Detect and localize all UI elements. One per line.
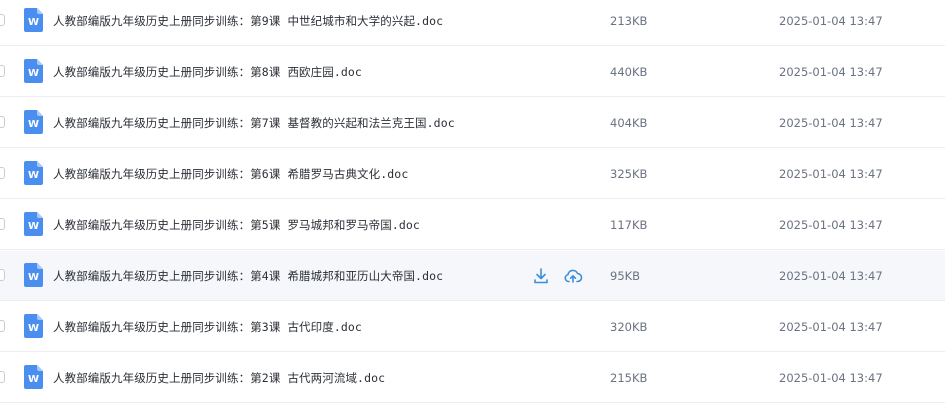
file-size: 325KB	[610, 167, 648, 181]
svg-text:W: W	[28, 323, 39, 334]
file-size: 215KB	[610, 371, 648, 385]
file-modified-date: 2025-01-04 13:47	[779, 269, 883, 283]
file-name[interactable]: 人教部编版九年级历史上册同步训练：第3课 古代印度.doc	[53, 302, 362, 352]
file-size: 95KB	[610, 269, 641, 283]
file-modified-date: 2025-01-04 13:47	[779, 167, 883, 181]
file-name[interactable]: 人教部编版九年级历史上册同步训练：第8课 西欧庄园.doc	[53, 47, 362, 97]
word-doc-icon: W	[24, 59, 43, 83]
word-doc-icon: W	[24, 314, 43, 338]
row-checkbox[interactable]	[0, 116, 5, 128]
file-name[interactable]: 人教部编版九年级历史上册同步训练：第7课 基督教的兴起和法兰克王国.doc	[53, 98, 455, 148]
file-name[interactable]: 人教部编版九年级历史上册同步训练：第4课 希腊城邦和亚历山大帝国.doc	[53, 251, 443, 301]
cloud-upload-icon[interactable]	[563, 266, 583, 286]
file-name[interactable]: 人教部编版九年级历史上册同步训练：第2课 古代两河流域.doc	[53, 353, 385, 403]
svg-text:W: W	[28, 221, 39, 232]
file-row[interactable]: W 人教部编版九年级历史上册同步训练：第8课 西欧庄园.doc 440KB 20…	[0, 47, 945, 97]
file-list: W 人教部编版九年级历史上册同步训练：第9课 中世纪城市和大学的兴起.doc 2…	[0, 0, 945, 406]
row-checkbox[interactable]	[0, 371, 5, 383]
word-doc-icon: W	[24, 110, 43, 134]
file-size: 117KB	[610, 218, 648, 232]
svg-text:W: W	[28, 374, 39, 385]
row-checkbox[interactable]	[0, 269, 5, 281]
file-size: 213KB	[610, 14, 648, 28]
file-modified-date: 2025-01-04 13:47	[779, 116, 883, 130]
word-doc-icon: W	[24, 8, 43, 32]
word-doc-icon: W	[24, 365, 43, 389]
word-doc-icon: W	[24, 161, 43, 185]
file-modified-date: 2025-01-04 13:47	[779, 371, 883, 385]
file-row[interactable]: W 人教部编版九年级历史上册同步训练：第6课 希腊罗马古典文化.doc 325K…	[0, 149, 945, 199]
word-doc-icon: W	[24, 212, 43, 236]
file-row[interactable]: W 人教部编版九年级历史上册同步训练：第2课 古代两河流域.doc 215KB …	[0, 353, 945, 403]
file-row[interactable]: W 人教部编版九年级历史上册同步训练：第5课 罗马城邦和罗马帝国.doc 117…	[0, 200, 945, 250]
file-modified-date: 2025-01-04 13:47	[779, 65, 883, 79]
download-icon[interactable]	[531, 266, 551, 286]
svg-text:W: W	[28, 17, 39, 28]
row-checkbox[interactable]	[0, 320, 5, 332]
row-checkbox[interactable]	[0, 14, 5, 26]
file-modified-date: 2025-01-04 13:47	[779, 320, 883, 334]
word-doc-icon: W	[24, 263, 43, 287]
file-row[interactable]: W 人教部编版九年级历史上册同步训练：第3课 古代印度.doc 320KB 20…	[0, 302, 945, 352]
row-checkbox[interactable]	[0, 218, 5, 230]
file-row[interactable]: W 人教部编版九年级历史上册同步训练：第7课 基督教的兴起和法兰克王国.doc …	[0, 98, 945, 148]
svg-text:W: W	[28, 170, 39, 181]
file-modified-date: 2025-01-04 13:47	[779, 14, 883, 28]
file-name[interactable]: 人教部编版九年级历史上册同步训练：第9课 中世纪城市和大学的兴起.doc	[53, 0, 443, 46]
file-size: 404KB	[610, 116, 648, 130]
file-name[interactable]: 人教部编版九年级历史上册同步训练：第5课 罗马城邦和罗马帝国.doc	[53, 200, 420, 250]
svg-text:W: W	[28, 272, 39, 283]
svg-text:W: W	[28, 119, 39, 130]
file-name[interactable]: 人教部编版九年级历史上册同步训练：第6课 希腊罗马古典文化.doc	[53, 149, 408, 199]
svg-text:W: W	[28, 68, 39, 79]
row-checkbox[interactable]	[0, 65, 5, 77]
file-row[interactable]: W 人教部编版九年级历史上册同步训练：第9课 中世纪城市和大学的兴起.doc 2…	[0, 0, 945, 46]
file-size: 440KB	[610, 65, 648, 79]
row-checkbox[interactable]	[0, 167, 5, 179]
file-modified-date: 2025-01-04 13:47	[779, 218, 883, 232]
file-row[interactable]: W 人教部编版九年级历史上册同步训练：第4课 希腊城邦和亚历山大帝国.doc 9…	[0, 251, 945, 301]
file-size: 320KB	[610, 320, 648, 334]
